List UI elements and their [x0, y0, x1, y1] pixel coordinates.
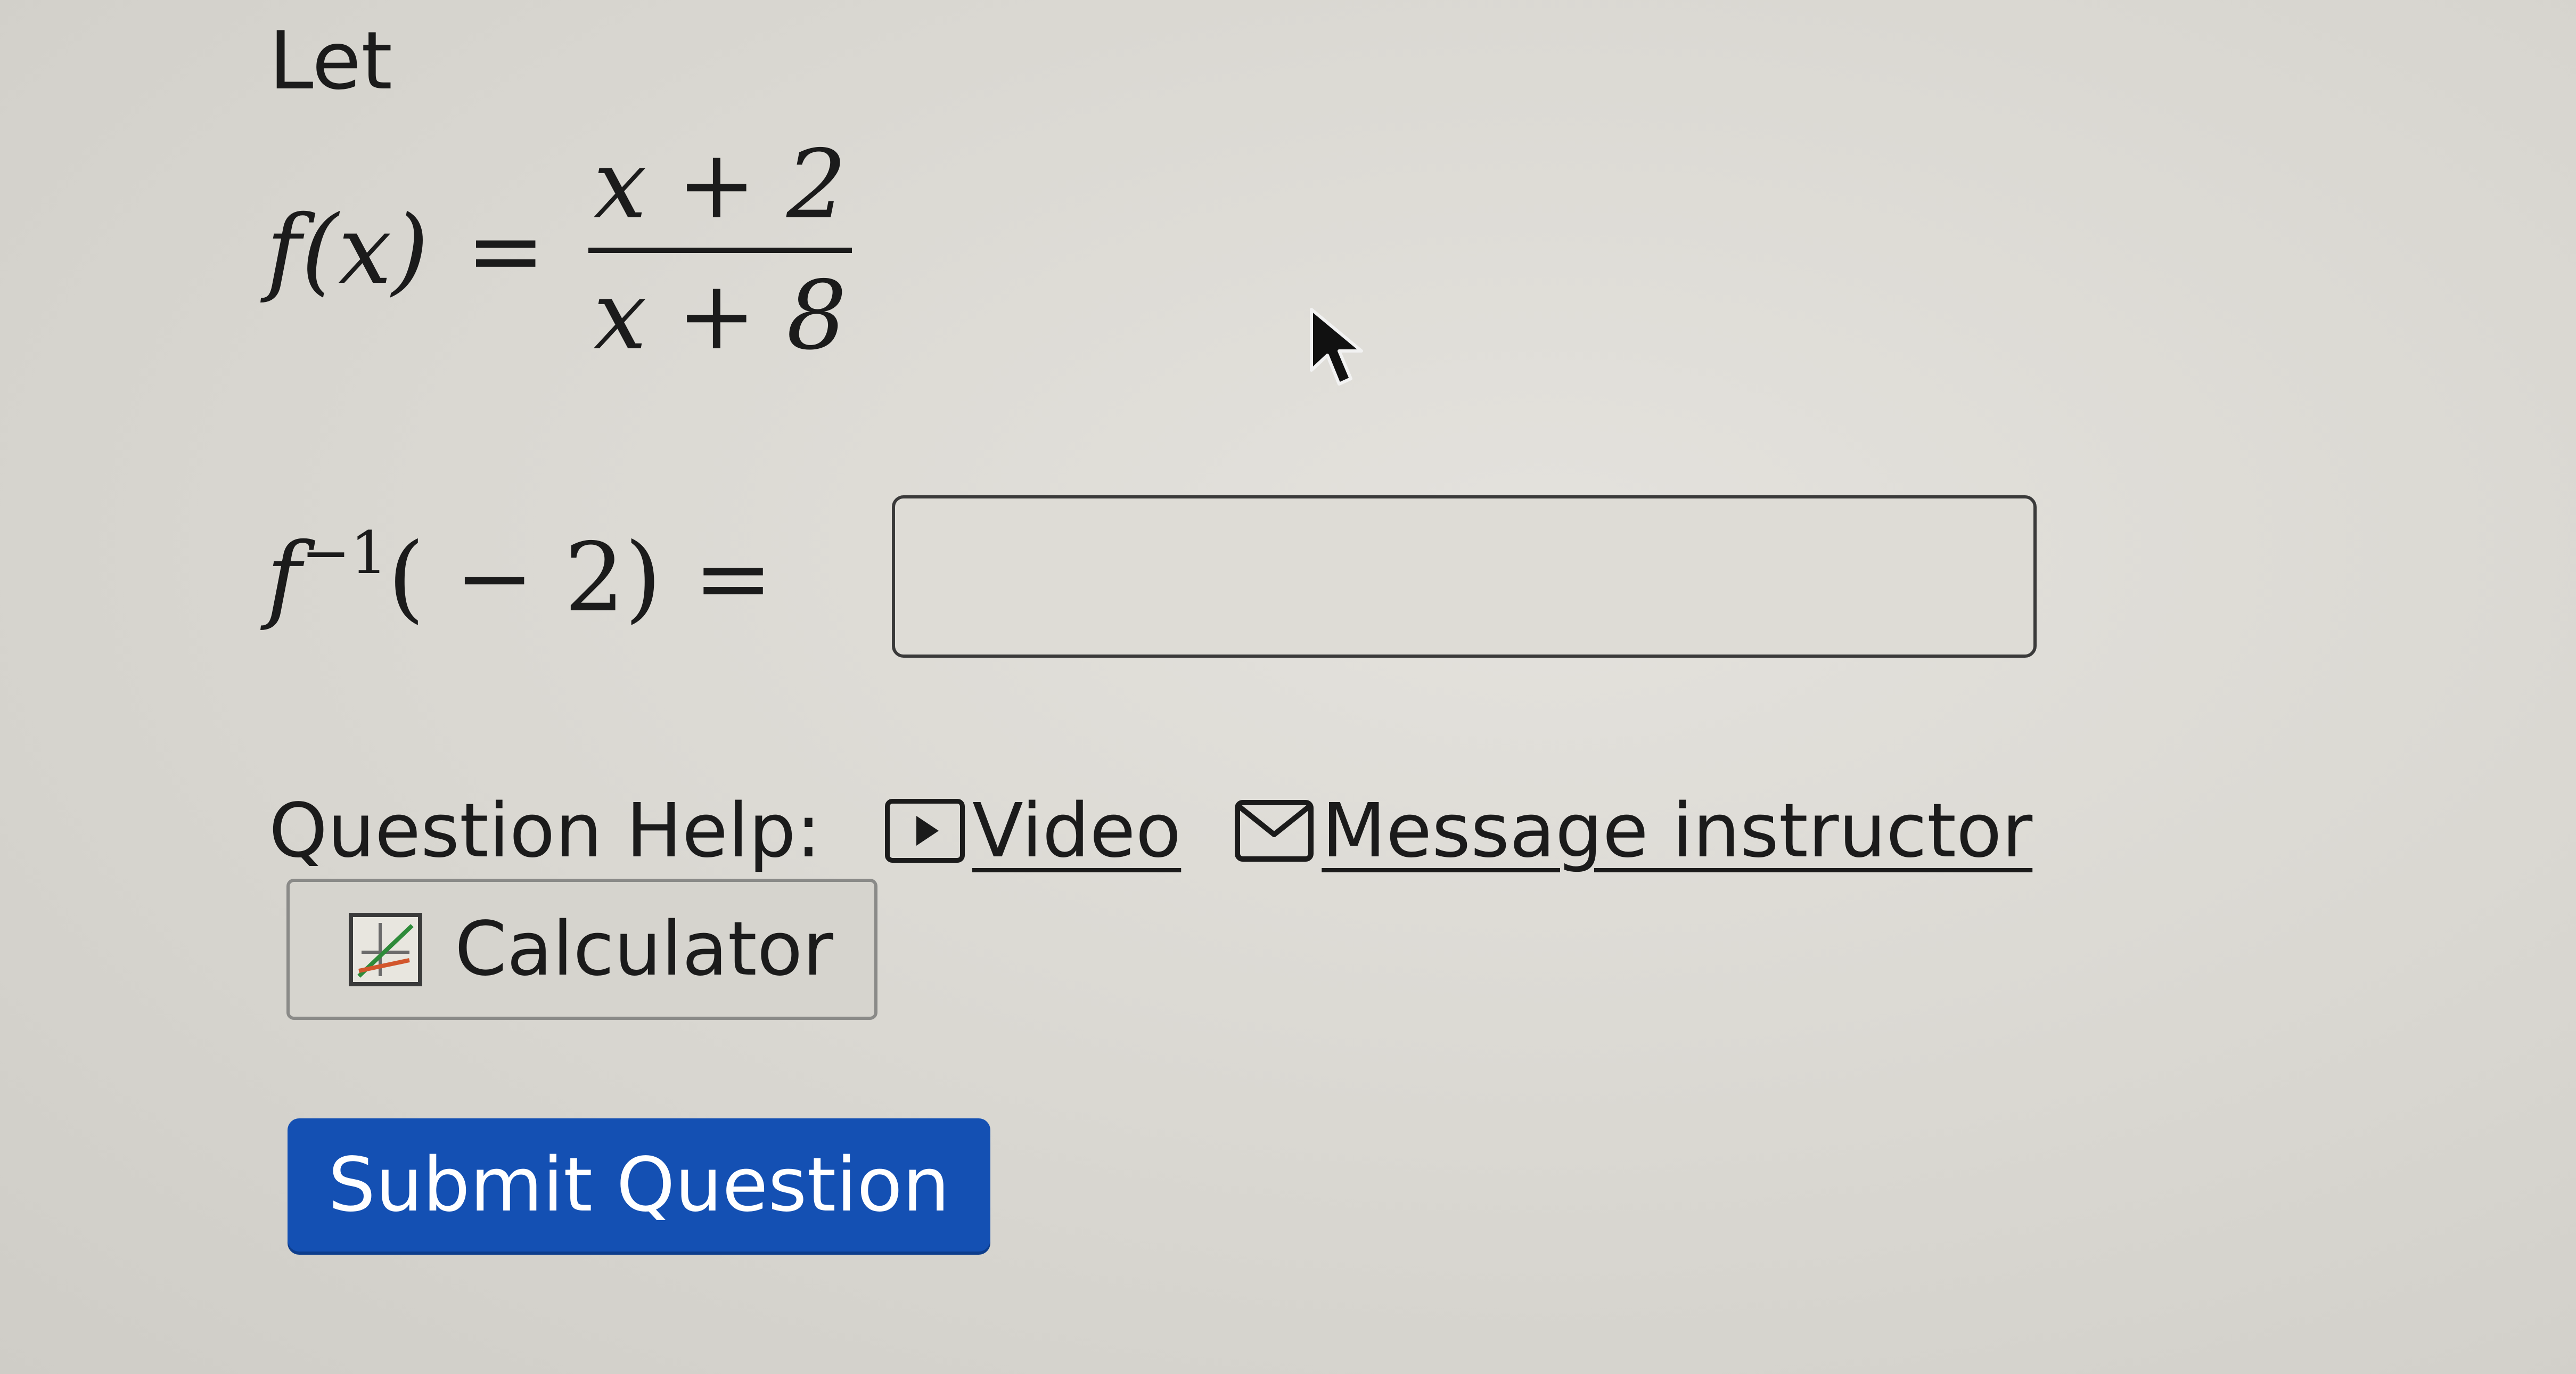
inverse-argument: ( − 2): [388, 522, 662, 633]
inverse-expression: f−1( − 2) =: [266, 493, 810, 663]
calculator-graph-icon: [349, 912, 422, 986]
inverse-lhs: f−1( − 2): [266, 524, 662, 625]
inverse-function-name: f: [266, 522, 301, 633]
function-definition: f(x) = x + 2 x + 8: [266, 128, 857, 373]
question-help-row: Question Help: Video Message instructor: [269, 783, 2032, 879]
video-help-link[interactable]: Video: [885, 788, 1181, 874]
question-intro: Let: [269, 15, 393, 108]
fraction: x + 2 x + 8: [583, 133, 857, 368]
submit-question-button[interactable]: Submit Question: [288, 1118, 990, 1252]
equals-sign: =: [466, 195, 546, 306]
function-lhs: f(x): [266, 203, 429, 298]
question-page: Let f(x) = x + 2 x + 8 f−1( − 2) = Quest…: [0, 0, 2576, 1374]
calculator-label: Calculator: [455, 906, 833, 993]
inverse-equals-sign: =: [693, 522, 773, 633]
fraction-bar: [588, 248, 852, 253]
video-link-label: Video: [972, 787, 1182, 874]
answer-input[interactable]: [892, 495, 2037, 658]
message-link-label: Message instructor: [1322, 787, 2033, 874]
fraction-numerator: x + 2: [593, 129, 847, 240]
mouse-pointer-icon: [1310, 308, 1363, 386]
calculator-button[interactable]: Calculator: [286, 879, 877, 1020]
message-instructor-link[interactable]: Message instructor: [1181, 788, 2032, 874]
inverse-superscript: −1: [301, 519, 388, 587]
play-box-icon: [885, 799, 965, 863]
envelope-icon: [1235, 800, 1314, 862]
fraction-denominator: x + 8: [593, 260, 847, 371]
function-argument: (x): [301, 195, 429, 305]
question-help-label: Question Help:: [269, 787, 822, 874]
function-name: f: [266, 195, 301, 305]
